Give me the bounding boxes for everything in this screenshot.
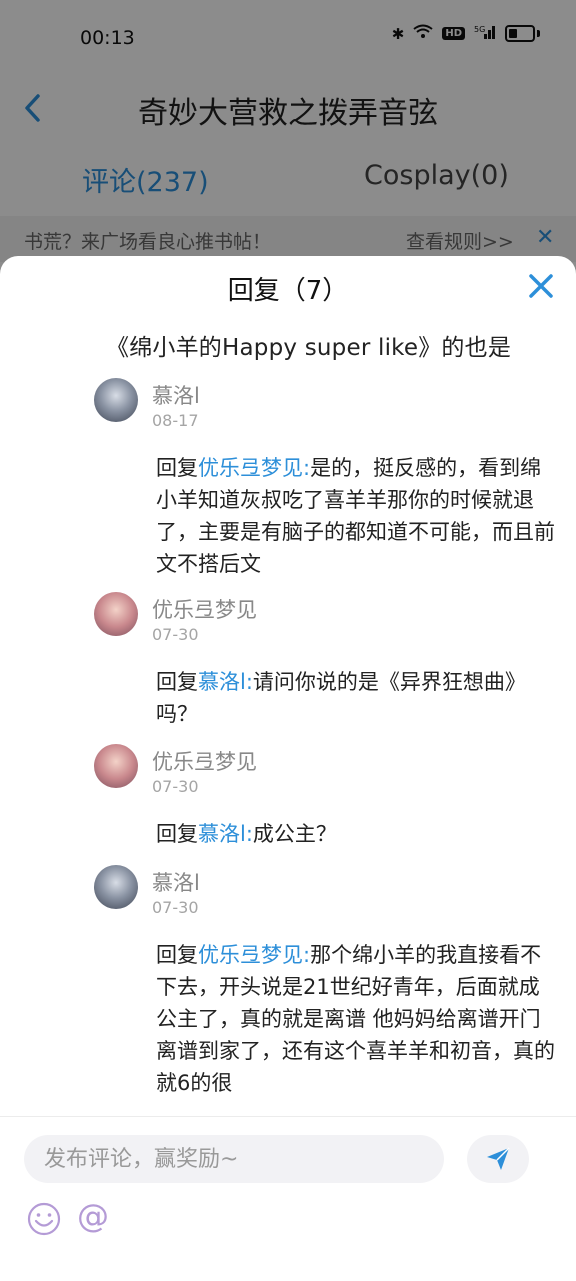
reply-prefix: 回复 <box>156 456 198 480</box>
mention-button[interactable]: @ <box>77 1197 109 1235</box>
comment-input-area: @ <box>0 1116 576 1281</box>
reply-body[interactable]: 回复优乐弖梦见:是的，挺反感的，看到绵小羊知道灰叔吃了喜羊羊那你的时候就退了，主… <box>156 452 560 580</box>
reply-username[interactable]: 优乐弖梦见 <box>152 594 257 624</box>
reply-body[interactable]: 回复慕洛l:请问你说的是《异界狂想曲》吗？ <box>156 666 560 730</box>
reply-username[interactable]: 慕洛l <box>152 867 200 897</box>
original-comment: 《绵小羊的Happy super like》的也是 <box>106 335 512 361</box>
reply-prefix: 回复 <box>156 943 198 967</box>
reply-body[interactable]: 回复优乐弖梦见:那个绵小羊的我直接看不下去，开头说是21世纪好青年，后面就成公主… <box>156 939 560 1099</box>
reply-body[interactable]: 回复慕洛l:成公主？ <box>156 818 560 850</box>
reply-mention[interactable]: 慕洛l: <box>198 670 253 694</box>
reply-mention[interactable]: 优乐弖梦见: <box>198 943 310 967</box>
avatar[interactable] <box>94 592 138 636</box>
comment-input[interactable] <box>24 1135 444 1183</box>
reply-prefix: 回复 <box>156 822 198 846</box>
reply-date: 07-30 <box>152 777 199 796</box>
emoji-icon[interactable] <box>26 1201 62 1237</box>
close-icon[interactable] <box>527 272 555 300</box>
reply-date: 08-17 <box>152 411 199 430</box>
reply-username[interactable]: 优乐弖梦见 <box>152 746 257 776</box>
sheet-title: 回复（7） <box>227 276 349 306</box>
avatar[interactable] <box>94 378 138 422</box>
reply-mention[interactable]: 优乐弖梦见: <box>198 456 310 480</box>
reply-username[interactable]: 慕洛l <box>152 380 200 410</box>
send-icon <box>487 1147 510 1170</box>
avatar[interactable] <box>94 865 138 909</box>
reply-date: 07-30 <box>152 625 199 644</box>
avatar[interactable] <box>94 744 138 788</box>
reply-mention[interactable]: 慕洛l: <box>198 822 253 846</box>
reply-date: 07-30 <box>152 898 199 917</box>
send-button[interactable] <box>467 1135 529 1183</box>
reply-prefix: 回复 <box>156 670 198 694</box>
reply-text: 成公主？ <box>252 822 337 846</box>
